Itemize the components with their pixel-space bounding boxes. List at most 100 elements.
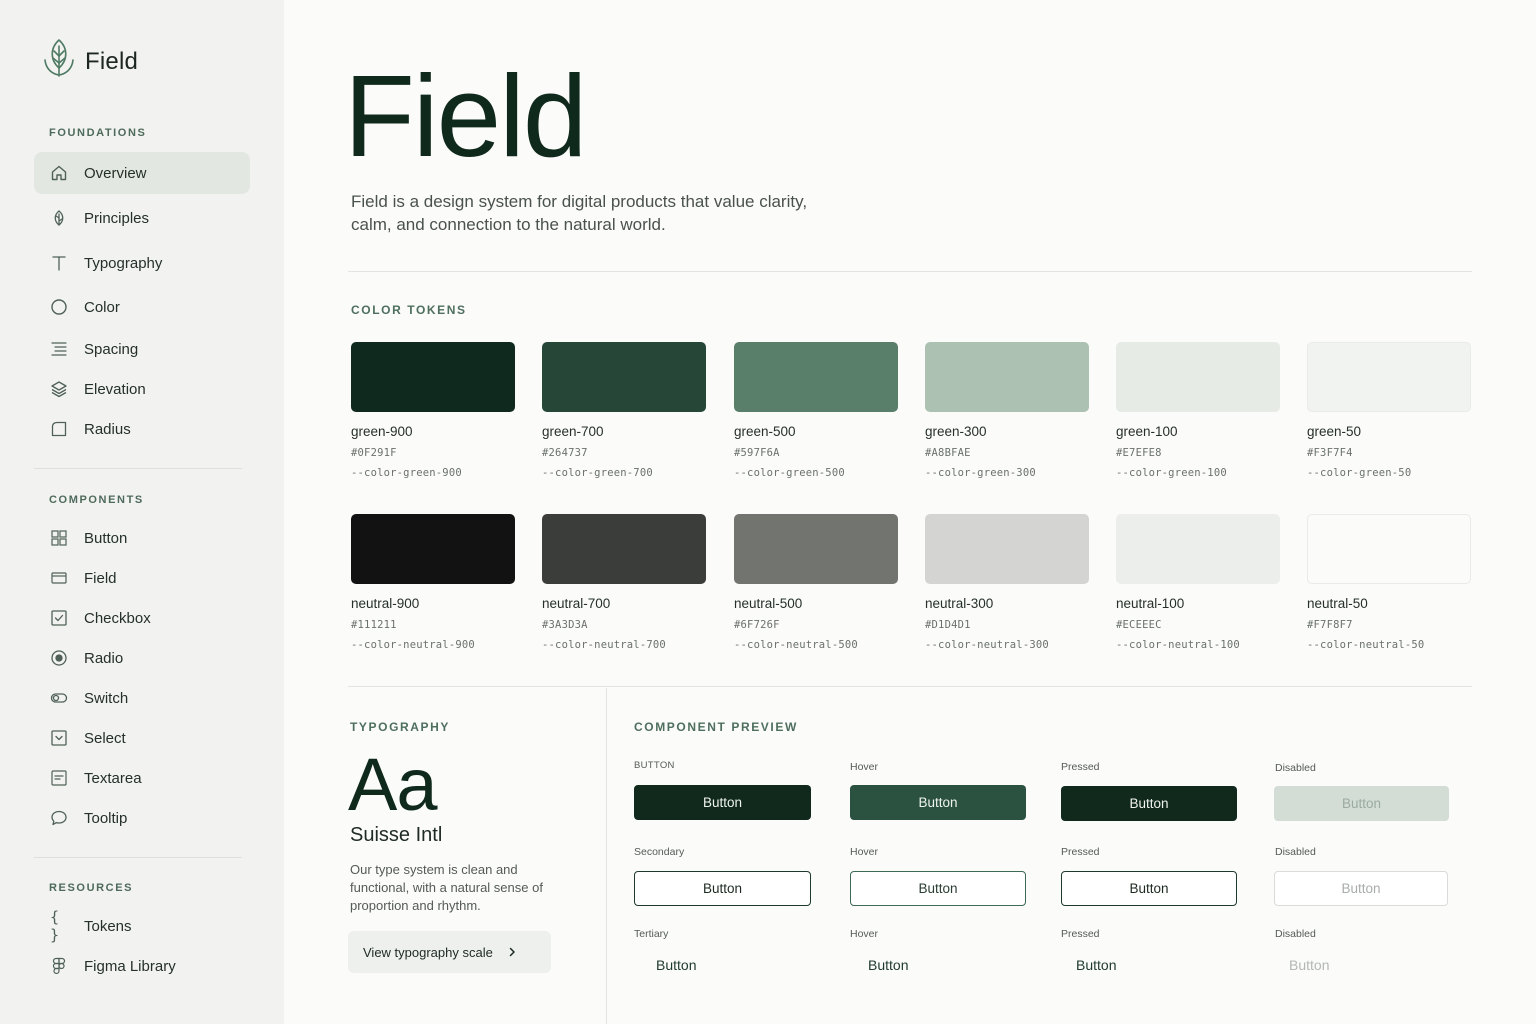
swatch-hex: #264737: [542, 447, 588, 459]
color-swatch[interactable]: neutral-900 #111211 --color-neutral-900: [351, 514, 517, 651]
swatch-hex: #D1D4D1: [925, 619, 971, 631]
section-divider: [348, 271, 1472, 272]
layers-icon: [50, 380, 68, 398]
brand[interactable]: Field: [42, 38, 138, 85]
brand-name: Field: [85, 47, 139, 75]
swatch-variable: --color-green-700: [542, 467, 653, 479]
caption-pressed: Pressed: [1061, 846, 1100, 858]
caption-pressed: Pressed: [1061, 761, 1100, 773]
sidebar-item-checkbox[interactable]: Checkbox: [34, 597, 250, 639]
color-swatch[interactable]: neutral-700 #3A3D3A --color-neutral-700: [542, 514, 708, 651]
swatch-variable: --color-neutral-100: [1116, 639, 1240, 651]
color-swatch[interactable]: neutral-300 #D1D4D1 --color-neutral-300: [925, 514, 1091, 651]
caption-pressed: Pressed: [1061, 928, 1100, 940]
sidebar-item-color[interactable]: Color: [34, 286, 250, 328]
secondary-button-pressed[interactable]: Button: [1061, 871, 1237, 906]
sidebar-item-label: Textarea: [84, 769, 142, 787]
swatch-chip: [925, 514, 1089, 584]
sidebar-item-tooltip[interactable]: Tooltip: [34, 797, 250, 839]
tertiary-button[interactable]: Button: [634, 947, 784, 982]
swatch-name: green-50: [1307, 424, 1362, 439]
color-swatch[interactable]: green-900 #0F291F --color-green-900: [351, 342, 517, 479]
sidebar-item-label: Radio: [84, 649, 124, 667]
swatch-hex: #E7EFE8: [1116, 447, 1162, 459]
swatch-name: neutral-100: [1116, 596, 1185, 611]
swatch-variable: --color-green-900: [351, 467, 462, 479]
color-swatch[interactable]: neutral-500 #6F726F --color-neutral-500: [734, 514, 900, 651]
swatch-name: green-500: [734, 424, 796, 439]
tertiary-button-hover[interactable]: Button: [846, 947, 996, 982]
secondary-button-disabled: Button: [1274, 871, 1448, 906]
sidebar-item-label: Button: [84, 529, 128, 547]
font-name: Suisse Intl: [350, 824, 443, 846]
sidebar-item-typography[interactable]: Typography: [34, 242, 250, 284]
caption-button: BUTTON: [634, 760, 675, 771]
sidebar-divider: [34, 857, 242, 858]
swatch-chip: [1116, 342, 1280, 412]
swatch-variable: --color-neutral-700: [542, 639, 666, 651]
color-tokens-label: COLOR TOKENS: [351, 303, 467, 317]
page-title: Field: [344, 51, 587, 181]
swatch-chip: [734, 342, 898, 412]
sidebar-item-label: Typography: [84, 254, 163, 272]
swatch-name: neutral-900: [351, 596, 420, 611]
caption-disabled: Disabled: [1275, 928, 1316, 940]
sidebar-item-radius[interactable]: Radius: [34, 408, 250, 450]
swatch-name: green-100: [1116, 424, 1178, 439]
swatch-variable: --color-green-50: [1307, 467, 1412, 479]
sidebar-item-overview[interactable]: Overview: [34, 152, 250, 194]
caption-tertiary: Tertiary: [634, 928, 669, 940]
swatch-hex: #111211: [351, 619, 397, 631]
home-icon: [50, 164, 68, 182]
color-swatch[interactable]: green-100 #E7EFE8 --color-green-100: [1116, 342, 1282, 479]
caption-hover: Hover: [850, 761, 879, 773]
color-swatch[interactable]: green-300 #A8BFAE --color-green-300: [925, 342, 1091, 479]
sidebar-item-radio[interactable]: Radio: [34, 637, 250, 679]
foundations-label: FOUNDATIONS: [49, 127, 147, 139]
swatch-hex: #597F6A: [734, 447, 780, 459]
swatch-hex: #F3F7F4: [1307, 447, 1353, 459]
swatch-hex: #3A3D3A: [542, 619, 588, 631]
secondary-button-hover[interactable]: Button: [850, 871, 1026, 906]
primary-button-pressed[interactable]: Button: [1061, 786, 1237, 821]
swatch-name: neutral-700: [542, 596, 611, 611]
view-typography-scale-button[interactable]: View typography scale: [348, 931, 551, 973]
sidebar-item-figma-library[interactable]: Figma Library: [34, 945, 250, 987]
sidebar-item-elevation[interactable]: Elevation: [34, 368, 250, 410]
sidebar-item-tokens[interactable]: { } Tokens: [34, 905, 250, 947]
switch-icon: [50, 689, 68, 707]
caption-disabled: Disabled: [1275, 846, 1316, 858]
sidebar-item-spacing[interactable]: Spacing: [34, 328, 250, 370]
primary-button[interactable]: Button: [634, 785, 811, 820]
color-swatch[interactable]: neutral-100 #ECEEEC --color-neutral-100: [1116, 514, 1282, 651]
sidebar-item-label: Elevation: [84, 380, 146, 398]
sidebar-item-label: Switch: [84, 689, 129, 707]
color-swatch[interactable]: green-500 #597F6A --color-green-500: [734, 342, 900, 479]
swatch-chip: [542, 342, 706, 412]
components-label: COMPONENTS: [49, 494, 144, 506]
swatch-chip: [1116, 514, 1280, 584]
color-swatch[interactable]: neutral-50 #F7F8F7 --color-neutral-50: [1307, 514, 1473, 651]
secondary-button[interactable]: Button: [634, 871, 811, 906]
sidebar-item-select[interactable]: Select: [34, 717, 250, 759]
sidebar-item-textarea[interactable]: Textarea: [34, 757, 250, 799]
spacing-icon: [50, 340, 68, 358]
checkbox-icon: [50, 609, 68, 627]
sidebar-item-principles[interactable]: Principles: [34, 197, 250, 239]
swatch-name: neutral-300: [925, 596, 994, 611]
color-swatch[interactable]: green-50 #F3F7F4 --color-green-50: [1307, 342, 1473, 479]
leaf-icon: [50, 209, 68, 227]
swatch-name: green-900: [351, 424, 413, 439]
tertiary-button-pressed[interactable]: Button: [1054, 947, 1204, 982]
sidebar-item-button[interactable]: Button: [34, 517, 250, 559]
swatch-variable: --color-neutral-50: [1307, 639, 1425, 651]
sidebar-item-field[interactable]: Field: [34, 557, 250, 599]
color-swatch[interactable]: green-700 #264737 --color-green-700: [542, 342, 708, 479]
textarea-icon: [50, 769, 68, 787]
caption-hover: Hover: [850, 846, 879, 858]
swatch-chip: [925, 342, 1089, 412]
caption-secondary: Secondary: [634, 846, 685, 858]
sidebar-item-switch[interactable]: Switch: [34, 677, 250, 719]
primary-button-hover[interactable]: Button: [850, 785, 1026, 820]
figma-icon: [50, 957, 68, 975]
